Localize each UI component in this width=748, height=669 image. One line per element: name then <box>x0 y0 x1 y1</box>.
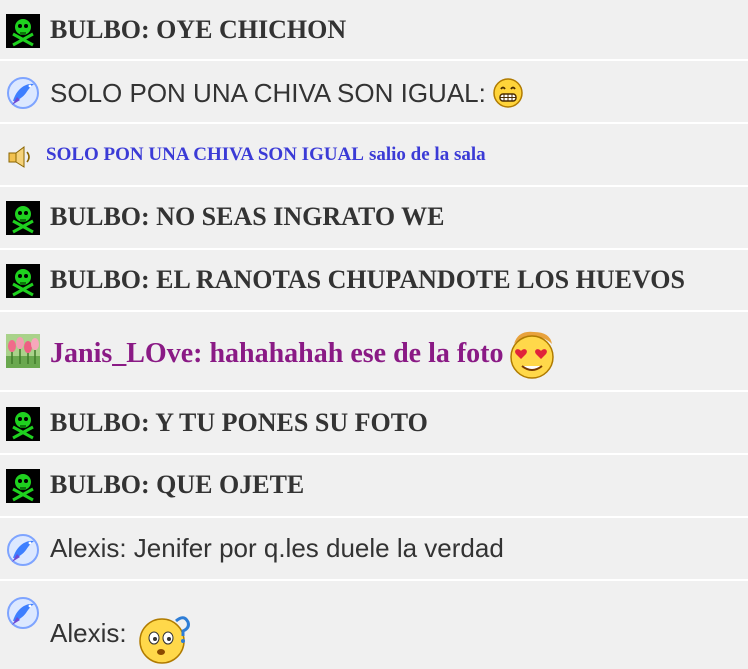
tulips-avatar-icon <box>6 334 40 368</box>
love-emoticon <box>509 331 554 379</box>
message-text: salio de la sala <box>368 144 486 165</box>
grin-emoticon <box>493 78 523 108</box>
chat-log: BULBO: OYE CHICHON SOLO PON UNA CHIVA SO… <box>0 0 748 664</box>
skull-crossbones-icon <box>6 264 40 298</box>
message-text: BULBO: Y TU PONES SU FOTO <box>50 408 428 437</box>
skull-crossbones-icon <box>6 469 40 503</box>
message-text: BULBO: OYE CHICHON <box>50 15 347 44</box>
skull-crossbones-icon <box>6 14 40 48</box>
skull-crossbones-icon <box>6 407 40 441</box>
message-text: Alexis: <box>50 617 127 648</box>
dolphin-icon <box>7 77 39 109</box>
chat-message: BULBO: EL RANOTAS CHUPANDOTE LOS HUEVOS <box>0 250 748 312</box>
message-user: SOLO PON UNA CHIVA SON IGUAL <box>46 144 364 165</box>
message-text: Janis_LOve: hahahahah ese de la foto <box>50 338 504 369</box>
message-text: BULBO: EL RANOTAS CHUPANDOTE LOS HUEVOS <box>50 265 685 294</box>
dolphin-icon <box>7 597 39 629</box>
speaker-icon <box>8 146 30 168</box>
chat-message: SOLO PON UNA CHIVA SON IGUAL: <box>0 61 748 124</box>
dolphin-icon <box>7 534 39 566</box>
confused-emoticon <box>138 616 190 664</box>
system-message: SOLO PON UNA CHIVA SON IGUAL salio de la… <box>0 124 748 187</box>
skull-crossbones-icon <box>6 201 40 235</box>
chat-message: Alexis: Jenifer por q.les duele la verda… <box>0 518 748 581</box>
message-text: BULBO: QUE OJETE <box>50 470 305 499</box>
message-text: SOLO PON UNA CHIVA SON IGUAL: <box>50 77 486 108</box>
message-text: BULBO: NO SEAS INGRATO WE <box>50 202 445 231</box>
chat-message: Alexis: <box>0 581 748 664</box>
chat-message: BULBO: OYE CHICHON <box>0 0 748 61</box>
chat-message: BULBO: Y TU PONES SU FOTO <box>0 392 748 455</box>
chat-message: Janis_LOve: hahahahah ese de la foto <box>0 312 748 392</box>
chat-message: BULBO: QUE OJETE <box>0 455 748 518</box>
chat-message: BULBO: NO SEAS INGRATO WE <box>0 187 748 250</box>
message-text: Alexis: Jenifer por q.les duele la verda… <box>50 533 504 563</box>
